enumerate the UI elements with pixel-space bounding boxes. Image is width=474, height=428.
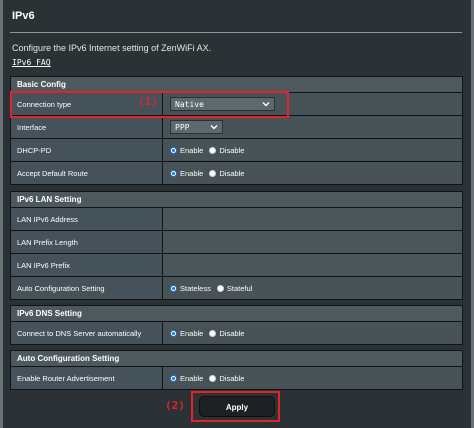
router-advertisement-row: Enable Router Advertisement Enable Disab… (11, 367, 462, 389)
lan-ipv6-prefix-label: LAN IPv6 Prefix (11, 254, 163, 276)
section-header-lan-setting: IPv6 LAN Setting (11, 192, 462, 208)
connection-type-cell: Native (163, 93, 462, 115)
auto-dns-radio-group: Enable Disable (170, 329, 250, 338)
auto-dns-enable-label: Enable (180, 328, 204, 338)
router-advertisement-radio-group: Enable Disable (170, 374, 250, 383)
interface-row: Interface PPP (11, 116, 462, 139)
chevron-down-icon (210, 125, 218, 130)
lan-prefix-length-row: LAN Prefix Length (11, 231, 462, 254)
dhcp-pd-cell: Enable Disable (163, 139, 462, 161)
router-advertisement-cell: Enable Disable (163, 367, 462, 389)
router-advertisement-enable-radio[interactable] (170, 374, 177, 382)
lan-setting-table: IPv6 LAN Setting LAN IPv6 Address LAN Pr… (10, 191, 463, 300)
accept-default-route-cell: Enable Disable (163, 162, 462, 184)
accept-default-route-disable-label: Disable (219, 168, 245, 178)
dhcp-pd-enable-radio[interactable] (170, 146, 177, 154)
accept-default-route-enable-radio[interactable] (170, 169, 177, 177)
ipv6-faq-link[interactable]: IPv6_FAQ (12, 58, 51, 67)
lan-prefix-length-value (163, 231, 462, 253)
dns-setting-table: IPv6 DNS Setting Connect to DNS Server a… (10, 305, 463, 345)
annotation-marker-2: (2) (165, 399, 185, 412)
lan-ipv6-prefix-row: LAN IPv6 Prefix (11, 254, 462, 277)
accept-default-route-label: Accept Default Route (11, 162, 163, 184)
lan-ipv6-address-label: LAN IPv6 Address (11, 208, 163, 230)
router-advertisement-disable-label: Disable (219, 373, 245, 383)
router-advertisement-label: Enable Router Advertisement (11, 367, 163, 389)
dhcp-pd-radio-group: Enable Disable (170, 146, 250, 155)
router-advertisement-enable-label: Enable (180, 373, 204, 383)
lan-ipv6-address-value (163, 208, 462, 230)
accept-default-route-enable-label: Enable (180, 168, 204, 178)
auto-dns-cell: Enable Disable (163, 322, 462, 344)
lan-ipv6-address-row: LAN IPv6 Address (11, 208, 462, 231)
auto-configuration-table: Auto Configuration Setting Enable Router… (10, 350, 463, 390)
stateless-label: Stateless (180, 283, 211, 293)
auto-configuration-row: Auto Configuration Setting Stateless Sta… (11, 277, 462, 299)
lan-prefix-length-label: LAN Prefix Length (11, 231, 163, 253)
auto-configuration-radio-group: Stateless Stateful (170, 284, 258, 293)
dhcp-pd-disable-radio[interactable] (209, 146, 217, 154)
router-advertisement-disable-radio[interactable] (209, 374, 217, 382)
lan-ipv6-prefix-value (163, 254, 462, 276)
annotation-marker-1: (1) (138, 95, 158, 108)
connection-type-row: Connection type Native (11, 93, 462, 116)
interface-value: PPP (175, 122, 190, 132)
stateful-radio[interactable] (216, 284, 224, 292)
section-header-basic-config: Basic Config (11, 77, 462, 93)
stateful-label: Stateful (226, 283, 253, 293)
section-header-dns-setting: IPv6 DNS Setting (11, 306, 462, 322)
accept-default-route-row: Accept Default Route Enable Disable (11, 162, 462, 184)
connection-type-value: Native (175, 99, 204, 109)
basic-config-table: Basic Config Connection type Native Inte… (10, 76, 463, 185)
dhcp-pd-disable-label: Disable (219, 145, 245, 155)
auto-dns-enable-radio[interactable] (170, 329, 177, 337)
interface-label: Interface (11, 116, 163, 138)
interface-select[interactable]: PPP (170, 120, 223, 134)
connection-type-select[interactable]: Native (170, 97, 275, 111)
accept-default-route-disable-radio[interactable] (209, 169, 217, 177)
page-title: IPv6 (12, 10, 35, 22)
dhcp-pd-label: DHCP-PD (11, 139, 163, 161)
auto-dns-disable-label: Disable (219, 328, 245, 338)
auto-configuration-cell: Stateless Stateful (163, 277, 462, 299)
title-divider (10, 32, 462, 33)
chevron-down-icon (262, 102, 270, 107)
auto-dns-row: Connect to DNS Server automatically Enab… (11, 322, 462, 344)
page-description: Configure the IPv6 Internet setting of Z… (12, 43, 212, 53)
dhcp-pd-enable-label: Enable (180, 145, 204, 155)
auto-dns-disable-radio[interactable] (209, 329, 217, 337)
auto-dns-label: Connect to DNS Server automatically (11, 322, 163, 344)
section-header-auto-configuration: Auto Configuration Setting (11, 351, 462, 367)
auto-configuration-label: Auto Configuration Setting (11, 277, 163, 299)
dhcp-pd-row: DHCP-PD Enable Disable (11, 139, 462, 162)
accept-default-route-radio-group: Enable Disable (170, 169, 250, 178)
stateless-radio[interactable] (170, 284, 177, 292)
apply-button[interactable]: Apply (199, 396, 275, 417)
interface-cell: PPP (163, 116, 462, 138)
